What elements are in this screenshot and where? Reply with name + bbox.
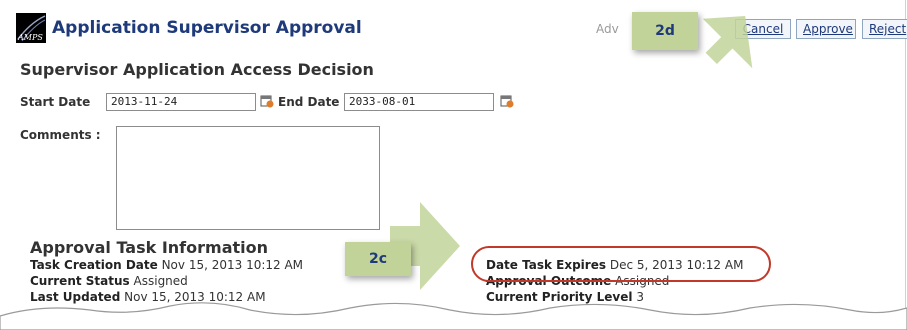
start-date-input[interactable]: 2013-11-24 (106, 93, 256, 111)
calendar-icon[interactable] (500, 94, 514, 108)
end-date-input[interactable]: 2033-08-01 (344, 93, 494, 111)
reject-button[interactable]: Reject (862, 19, 907, 39)
advanced-link[interactable]: Adv (596, 22, 619, 36)
current-status-label: Current Status (30, 274, 130, 288)
amps-logo: AMPS (16, 13, 46, 43)
start-date-label: Start Date (20, 95, 91, 109)
decision-section-title: Supervisor Application Access Decision (20, 60, 374, 79)
callout-2c: 2c (345, 242, 411, 276)
approve-button[interactable]: Approve (796, 19, 856, 39)
torn-edge (0, 302, 907, 330)
task-creation-value: Nov 15, 2013 10:12 AM (161, 258, 304, 272)
calendar-icon[interactable] (260, 94, 274, 108)
logo-text: AMPS (18, 33, 43, 42)
end-date-label: End Date (278, 95, 340, 109)
current-status-row: Current Status Assigned (30, 274, 188, 288)
callout-2d: 2d (632, 12, 698, 50)
comments-label: Comments : (20, 128, 101, 142)
task-info-title: Approval Task Information (30, 238, 269, 257)
current-status-value: Assigned (133, 274, 188, 288)
task-creation-label: Task Creation Date (30, 258, 158, 272)
page-title: Application Supervisor Approval (52, 18, 362, 38)
task-creation-row: Task Creation Date Nov 15, 2013 10:12 AM (30, 258, 303, 272)
comments-textarea[interactable] (116, 126, 380, 230)
highlight-oval (471, 246, 771, 282)
